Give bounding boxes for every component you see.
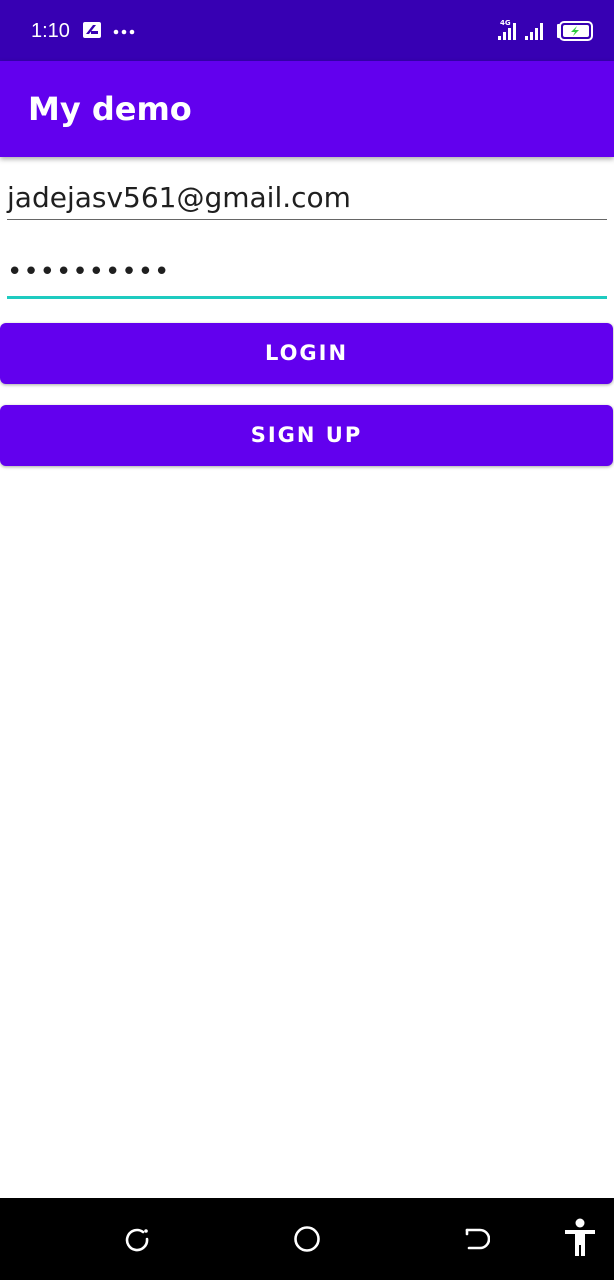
app-bar: My demo — [0, 61, 614, 157]
battery-charging-icon — [557, 21, 593, 41]
back-icon[interactable] — [464, 1226, 490, 1252]
recents-icon[interactable] — [124, 1226, 150, 1252]
status-time: 1:10 — [31, 20, 70, 42]
page-title: My demo — [28, 90, 192, 128]
email-field[interactable]: jadejasv561@gmail.com — [7, 176, 607, 220]
signup-button[interactable]: SIGN UP — [0, 405, 613, 466]
home-icon[interactable] — [293, 1225, 321, 1253]
notification-icon — [83, 22, 101, 38]
more-dots-icon — [113, 29, 135, 35]
navigation-bar — [0, 1198, 614, 1280]
login-button[interactable]: LOGIN — [0, 323, 613, 384]
password-field[interactable]: •••••••••• — [7, 251, 607, 299]
accessibility-icon[interactable] — [563, 1218, 597, 1258]
status-bar: 1:10 4G — [0, 0, 614, 61]
signal-4g-icon: 4G — [498, 19, 543, 40]
network-type-label: 4G — [500, 19, 511, 27]
